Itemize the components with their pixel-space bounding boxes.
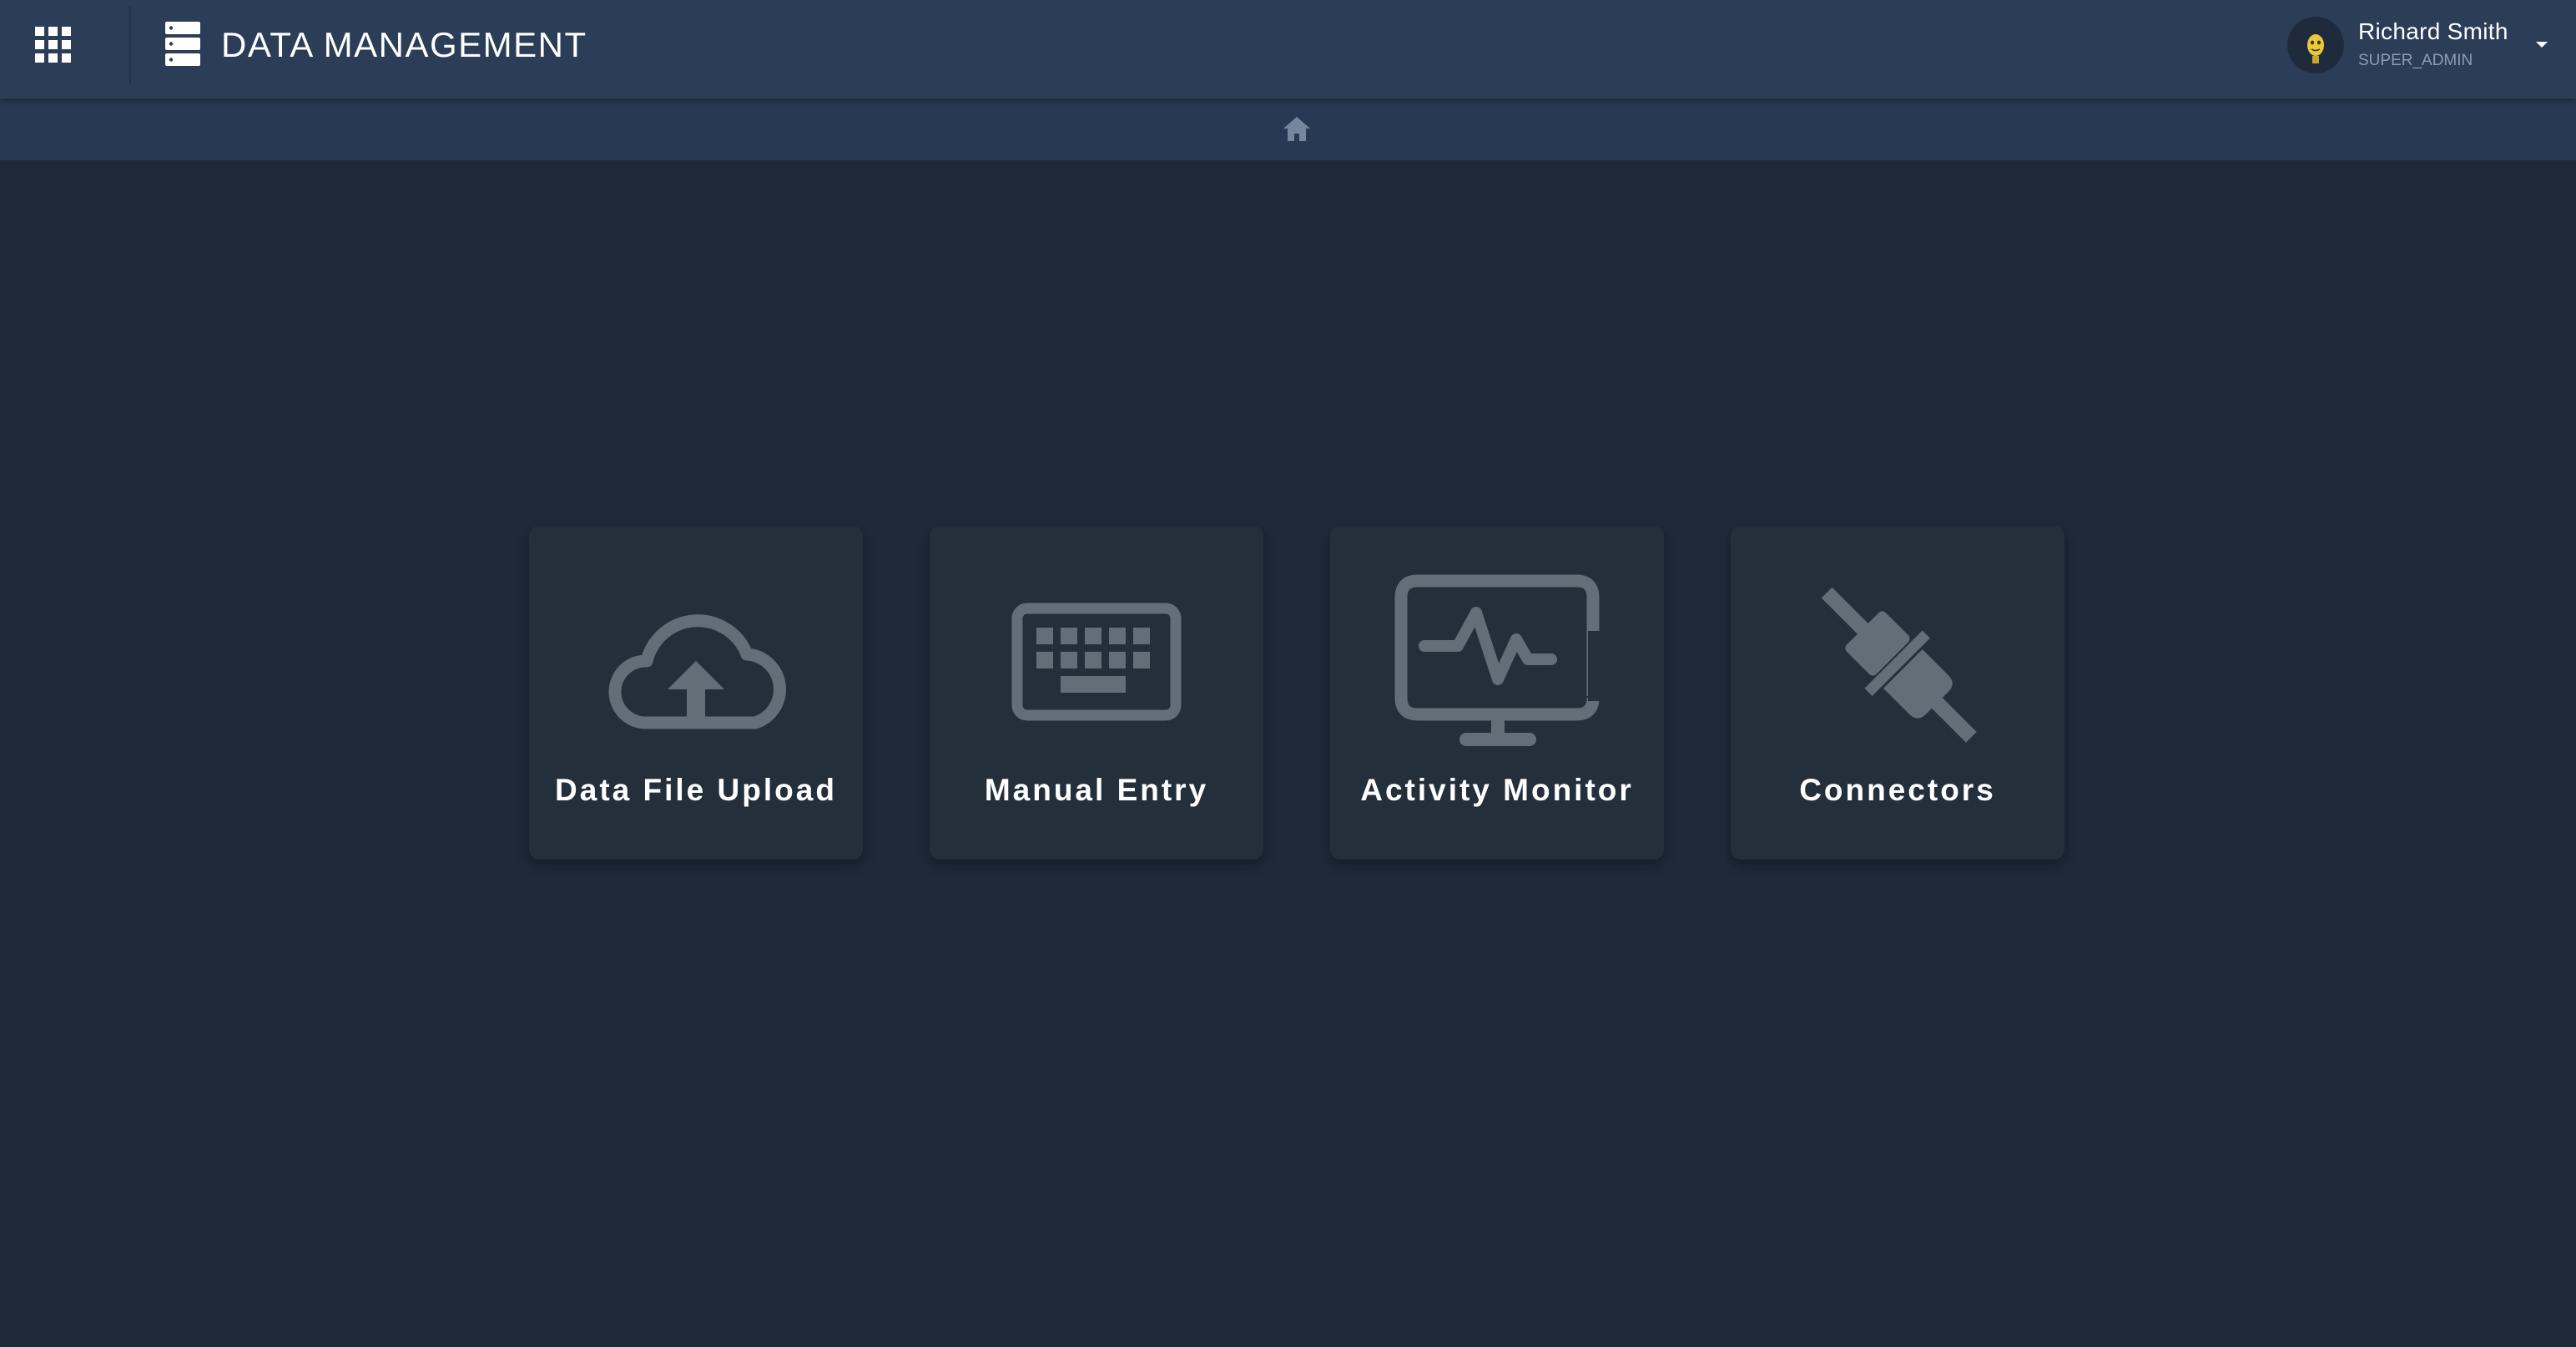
breadcrumb (0, 98, 2576, 160)
tile-label: Connectors (1799, 773, 1996, 807)
app-title: DATA MANAGEMENT (221, 25, 587, 64)
tile-activity-monitor[interactable]: Activity Monitor (1330, 526, 1664, 860)
keyboard-icon (930, 526, 1263, 768)
user-role: SUPER_ADMIN (2358, 52, 2473, 69)
apps-grid-icon[interactable] (25, 17, 82, 73)
caret-down-icon[interactable] (2534, 38, 2549, 53)
tile-label: Activity Monitor (1360, 773, 1634, 807)
tile-manual-entry[interactable]: Manual Entry (930, 526, 1263, 860)
monitor-heart-icon (1330, 526, 1664, 768)
tile-connectors[interactable]: Connectors (1731, 526, 2064, 860)
tile-label: Data File Upload (555, 773, 837, 807)
storage-icon (164, 20, 202, 73)
top-app-bar: DATA MANAGEMENT Richard Smith SUPER_ADMI… (0, 0, 2576, 98)
user-menu[interactable]: Richard Smith SUPER_ADMIN (2282, 13, 2566, 80)
plug-icon (1731, 526, 2064, 768)
user-name: Richard Smith (2358, 18, 2508, 44)
tile-label: Manual Entry (984, 773, 1209, 807)
home-icon[interactable] (1280, 114, 1313, 145)
tile-data-file-upload[interactable]: Data File Upload (529, 526, 863, 860)
topbar-divider (129, 7, 131, 83)
user-avatar (2287, 17, 2344, 73)
cloud-upload-icon (529, 526, 863, 768)
